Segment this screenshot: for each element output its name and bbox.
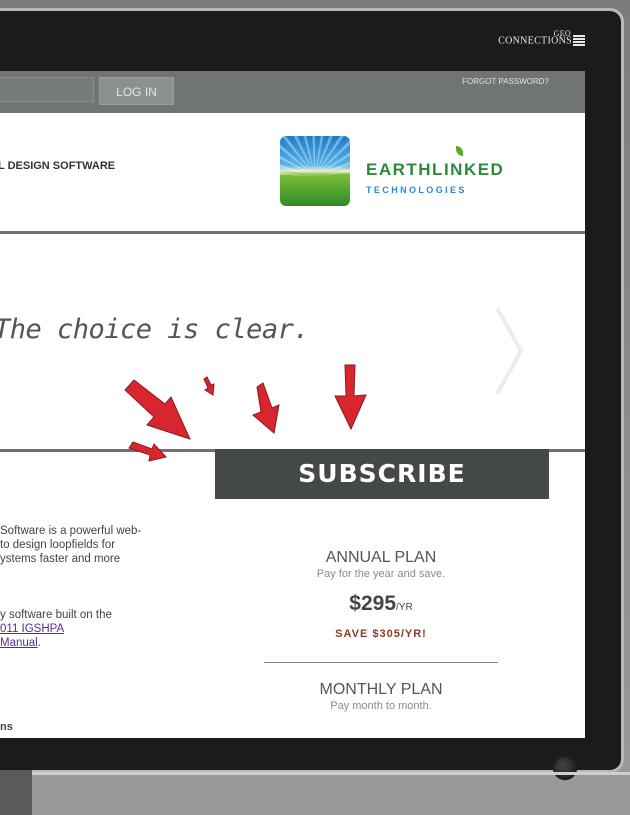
logo-subtitle: TECHNOLOGIES: [366, 185, 467, 195]
manual-link[interactable]: Manual: [0, 637, 38, 649]
tablet-screen: LOG IN FORGOT PASSWORD? L DESIGN SOFTWAR…: [0, 71, 585, 738]
password-input[interactable]: [0, 77, 94, 102]
link-suffix: .: [37, 637, 41, 649]
product-title: L DESIGN SOFTWARE: [0, 160, 116, 172]
hero-banner: The choice is clear.: [0, 234, 585, 449]
carousel-next-icon[interactable]: [495, 306, 525, 396]
monthly-plan-subtitle: Pay month to month.: [330, 700, 432, 712]
hero-tagline: The choice is clear.: [0, 314, 310, 345]
forgot-password-link[interactable]: FORGOT PASSWORD?: [462, 77, 549, 86]
subscribe-button[interactable]: SUBSCRIBE: [215, 449, 549, 499]
annual-price-value: $295: [349, 592, 397, 615]
page-footer-line: [32, 772, 630, 775]
monthly-plan-title: MONTHLY PLAN: [319, 681, 443, 698]
intro-line: ystems faster and more: [0, 553, 121, 565]
brand-geo-text: GEO: [553, 29, 571, 38]
leaf-icon: [456, 146, 463, 156]
product-description: Software is a powerful web- to design lo…: [0, 524, 200, 650]
annual-price-period: /YR: [396, 602, 413, 613]
section-heading: ns: [0, 721, 13, 733]
intro-line: Software is a powerful web-: [0, 525, 142, 537]
geoconnections-logo: GEO CONNECTIONS: [498, 29, 585, 47]
earthlinked-logo-icon: [280, 136, 350, 206]
annual-plan-subtitle: Pay for the year and save.: [316, 568, 446, 580]
brand-grid-icon: [573, 35, 585, 47]
intro-line: to design loopfields for: [0, 539, 116, 551]
login-button[interactable]: LOG IN: [99, 77, 174, 105]
igshpa-link[interactable]: 011 IGSHPA: [0, 623, 64, 635]
sun-rays-graphic: [280, 136, 350, 176]
annual-savings: SAVE $305/YR!: [335, 628, 427, 640]
pricing-plans: ANNUAL PLAN Pay for the year and save. $…: [264, 549, 498, 712]
tablet-frame: GEO CONNECTIONS LOG IN FORGOT PASSWORD? …: [0, 8, 624, 780]
page-footer-block: [0, 770, 32, 815]
annual-plan-title: ANNUAL PLAN: [325, 549, 437, 566]
plan-divider: [264, 662, 498, 663]
site-header: L DESIGN SOFTWARE EARTHLINKED TECHNOLOGI…: [0, 113, 585, 231]
home-button[interactable]: [553, 756, 577, 780]
login-bar: LOG IN FORGOT PASSWORD?: [0, 71, 585, 113]
built-on-line: y software built on the: [0, 609, 112, 621]
annual-price: $295/YR: [264, 592, 498, 616]
logo-name: EARTHLINKED: [366, 160, 505, 179]
